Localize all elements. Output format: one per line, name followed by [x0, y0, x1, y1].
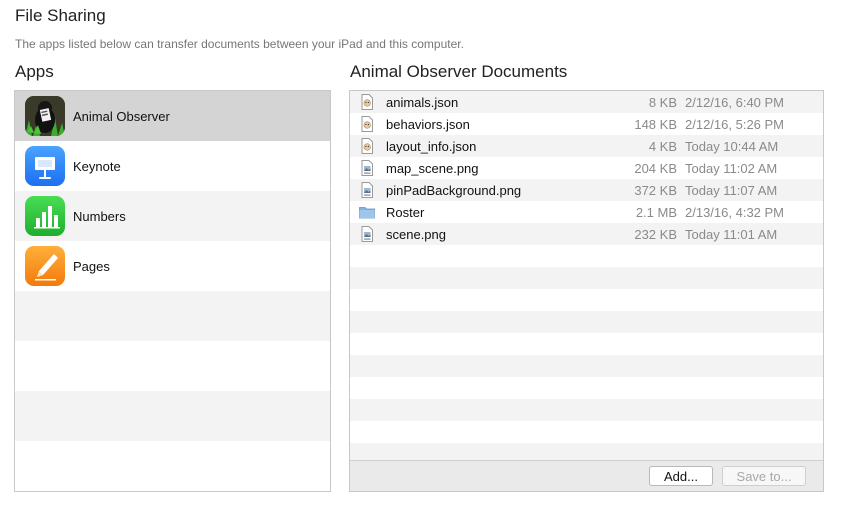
pages-app-icon — [25, 246, 65, 286]
document-size: 372 KB — [634, 182, 677, 198]
empty-row — [15, 441, 330, 491]
document-date: 2/12/16, 5:26 PM — [685, 116, 785, 132]
documents-heading: Animal Observer Documents — [350, 62, 568, 81]
app-item-numbers[interactable]: Numbers — [15, 191, 330, 241]
documents-list: animals.json 8 KB 2/12/16, 6:40 PM behav… — [349, 90, 824, 492]
document-name: map_scene.png — [386, 160, 479, 176]
document-name: scene.png — [386, 226, 446, 242]
document-row[interactable]: animals.json 8 KB 2/12/16, 6:40 PM — [350, 91, 823, 113]
add-button[interactable]: Add... — [649, 466, 713, 486]
empty-row — [350, 245, 823, 267]
empty-row — [350, 289, 823, 311]
save-to-button[interactable]: Save to... — [722, 466, 806, 486]
app-item-keynote[interactable]: Keynote — [15, 141, 330, 191]
png-file-icon — [361, 226, 373, 242]
document-size: 148 KB — [634, 116, 677, 132]
documents-rows: animals.json 8 KB 2/12/16, 6:40 PM behav… — [350, 91, 823, 465]
document-row[interactable]: pinPadBackground.png 372 KB Today 11:07 … — [350, 179, 823, 201]
document-date: 2/12/16, 6:40 PM — [685, 94, 785, 110]
empty-row — [350, 355, 823, 377]
document-date: Today 10:44 AM — [685, 138, 779, 154]
document-size: 2.1 MB — [635, 204, 677, 220]
page-subtitle: The apps listed below can transfer docum… — [15, 37, 464, 51]
app-item-pages[interactable]: Pages — [15, 241, 330, 291]
document-name: pinPadBackground.png — [386, 182, 522, 198]
document-date: Today 11:01 AM — [685, 226, 778, 242]
document-row[interactable]: behaviors.json 148 KB 2/12/16, 5:26 PM — [350, 113, 823, 135]
app-item-animal-observer[interactable]: Animal Observer — [15, 91, 330, 141]
document-name: behaviors.json — [386, 116, 470, 132]
document-date: Today 11:02 AM — [685, 160, 778, 176]
document-date: Today 11:07 AM — [685, 182, 778, 198]
documents-toolbar: Add... Save to... — [350, 460, 823, 491]
empty-row — [350, 333, 823, 355]
document-row[interactable]: Roster 2.1 MB 2/13/16, 4:32 PM — [350, 201, 823, 223]
document-size: 8 KB — [648, 94, 677, 110]
empty-row — [15, 391, 330, 441]
json-file-icon — [361, 138, 373, 154]
document-row[interactable]: layout_info.json 4 KB Today 10:44 AM — [350, 135, 823, 157]
apps-heading: Apps — [15, 62, 54, 81]
empty-row — [350, 421, 823, 443]
app-name: Animal Observer — [73, 108, 170, 124]
document-size: 204 KB — [634, 160, 677, 176]
json-file-icon — [361, 94, 373, 110]
app-name: Numbers — [73, 208, 126, 224]
empty-row — [350, 311, 823, 333]
document-row[interactable]: map_scene.png 204 KB Today 11:02 AM — [350, 157, 823, 179]
png-file-icon — [361, 182, 373, 198]
document-size: 232 KB — [634, 226, 677, 242]
document-name: layout_info.json — [386, 138, 477, 154]
empty-row — [350, 377, 823, 399]
document-size: 4 KB — [648, 138, 677, 154]
keynote-app-icon — [25, 146, 65, 186]
app-name: Pages — [73, 258, 110, 274]
folder-icon — [359, 207, 375, 219]
empty-row — [350, 267, 823, 289]
png-file-icon — [361, 160, 373, 176]
document-name: Roster — [386, 204, 425, 220]
apps-list: Animal Observer Keynote Numbers Pages — [14, 90, 331, 492]
json-file-icon — [361, 116, 373, 132]
app-name: Keynote — [73, 158, 121, 174]
numbers-app-icon — [25, 196, 65, 236]
document-name: animals.json — [386, 94, 459, 110]
empty-row — [15, 341, 330, 391]
empty-row — [350, 399, 823, 421]
document-date: 2/13/16, 4:32 PM — [685, 204, 785, 220]
empty-row — [15, 291, 330, 341]
animal-observer-app-icon — [25, 96, 65, 136]
document-row[interactable]: scene.png 232 KB Today 11:01 AM — [350, 223, 823, 245]
page-title: File Sharing — [15, 6, 106, 25]
